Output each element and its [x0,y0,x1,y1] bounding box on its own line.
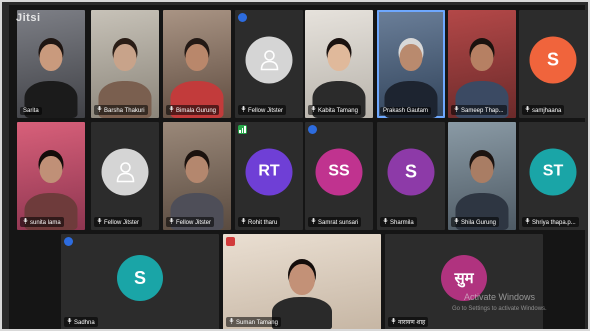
participant-tile[interactable]: S Sharmila [377,122,445,230]
participant-tile[interactable]: Fellow Jitster [163,122,231,230]
screenshot-frame: Sarita Barsha Thakuri Bimala Gurung Fellow … [0,0,590,331]
participant-name-label: नारायण शाह [388,317,429,327]
participant-name-label: Sameep Thap... [451,105,507,115]
microphone-icon [241,218,246,226]
participant-name: Shriya thapa.p... [532,220,576,226]
participant-name: Samrat sunsari [318,220,359,226]
participant-name-label: Barsha Thakuri [94,105,148,115]
participant-tile[interactable]: Kabita Tamang [305,10,373,118]
microphone-icon [169,218,174,226]
participant-tile[interactable]: Shila Gurung [448,122,516,230]
participant-tile[interactable]: sunita lama [17,122,85,230]
participant-name: Prakash Gautam [383,108,429,114]
participant-name: Sarita [23,108,39,114]
microphone-icon [229,318,234,326]
participant-name-label: Sarita [20,107,42,115]
microphone-icon [97,106,102,114]
participant-video-feed [272,251,332,329]
participant-tile[interactable]: Sameep Thap... [448,10,516,118]
participant-avatar: S [387,148,435,196]
participant-name: Sadhna [74,320,95,326]
participant-name: Shila Gurung [461,220,497,226]
participant-tile[interactable]: Bimala Gurung [163,10,231,118]
participant-tile[interactable]: सुम नारायण शाह [385,234,543,329]
microphone-icon [23,218,28,226]
participant-name-label: Fellow Jitster [238,105,287,115]
participant-tile[interactable]: Fellow Jitster [91,122,159,230]
participant-name: Suman Tamang [236,320,278,326]
connection-indicator-icon [226,237,235,246]
participant-name: नारायण शाह [398,320,426,326]
participant-tile[interactable]: Ssamjhaana [519,10,587,118]
participant-name: Fellow Jitster [248,108,284,114]
microphone-icon [454,106,459,114]
microphone-icon [169,106,174,114]
participant-video-feed [24,29,78,118]
participant-tile[interactable]: SS Samrat sunsari [305,122,373,230]
participant-tile[interactable]: Sarita [17,10,85,118]
participant-name: sunita lama [30,220,61,226]
participant-name: Sameep Thap... [461,108,504,114]
participant-name-label: Bimala Gurung [166,105,220,115]
activate-windows-subtitle: Go to Settings to activate Windows. [452,306,547,312]
participant-avatar: ST [529,148,577,196]
microphone-icon [525,218,530,226]
microphone-icon [383,218,388,226]
participant-name-label: Samrat sunsari [308,217,362,227]
participant-name: Fellow Jitster [104,220,140,226]
default-user-icon [101,148,149,196]
participant-tile[interactable]: ST Shriya thapa.p... [519,122,587,230]
participant-name-label: Rohit tharu [238,217,281,227]
participant-name-label: Kabita Tamang [308,105,361,115]
participant-name-label: Sadhna [64,317,98,327]
participant-tile[interactable]: Prakash Gautam [377,10,445,118]
participant-name-label: Shila Gurung [451,217,500,227]
participant-name: Barsha Thakuri [104,108,145,114]
participant-name-label: Prakash Gautam [380,107,432,115]
jitsi-logo: Jitsi [16,12,41,24]
microphone-icon [454,218,459,226]
participant-name-label: samjhaana [522,105,565,115]
participant-name: Fellow Jitster [176,220,212,226]
default-user-icon [245,36,293,84]
participant-avatar: S [529,36,577,84]
participant-name: Kabita Tamang [318,108,358,114]
participant-tile[interactable]: Fellow Jitster [235,10,303,118]
microphone-icon [311,106,316,114]
microphone-icon [311,218,316,226]
connection-indicator-icon [64,237,73,246]
connection-indicator-icon [308,125,317,134]
microphone-icon [67,318,72,326]
microphone-icon [391,318,396,326]
connection-indicator-icon [238,125,247,134]
participant-avatar: S [117,255,163,302]
participant-name-label: sunita lama [20,217,64,227]
participant-name-label: Fellow Jitster [166,217,215,227]
participant-name-label: Shriya thapa.p... [522,217,579,227]
participant-name: samjhaana [532,108,562,114]
participant-tile[interactable]: RT Rohit tharu [235,122,303,230]
participant-video-feed [384,29,438,118]
participant-name: Bimala Gurung [176,108,217,114]
participant-tile[interactable]: Barsha Thakuri [91,10,159,118]
participant-avatar: RT [245,148,293,196]
microphone-icon [525,106,530,114]
microphone-icon [241,106,246,114]
participant-name: Sharmila [390,220,414,226]
participant-name-label: Fellow Jitster [94,217,143,227]
activate-windows-title: Activate Windows [464,292,536,302]
microphone-icon [97,218,102,226]
participant-avatar: SS [315,148,363,196]
participant-tile[interactable]: S Sadhna [61,234,219,329]
connection-indicator-icon [238,13,247,22]
participant-name-label: Sharmila [380,217,417,227]
participant-name: Rohit tharu [248,220,278,226]
participant-name-label: Suman Tamang [226,317,281,327]
participant-tile[interactable]: Suman Tamang [223,234,381,329]
